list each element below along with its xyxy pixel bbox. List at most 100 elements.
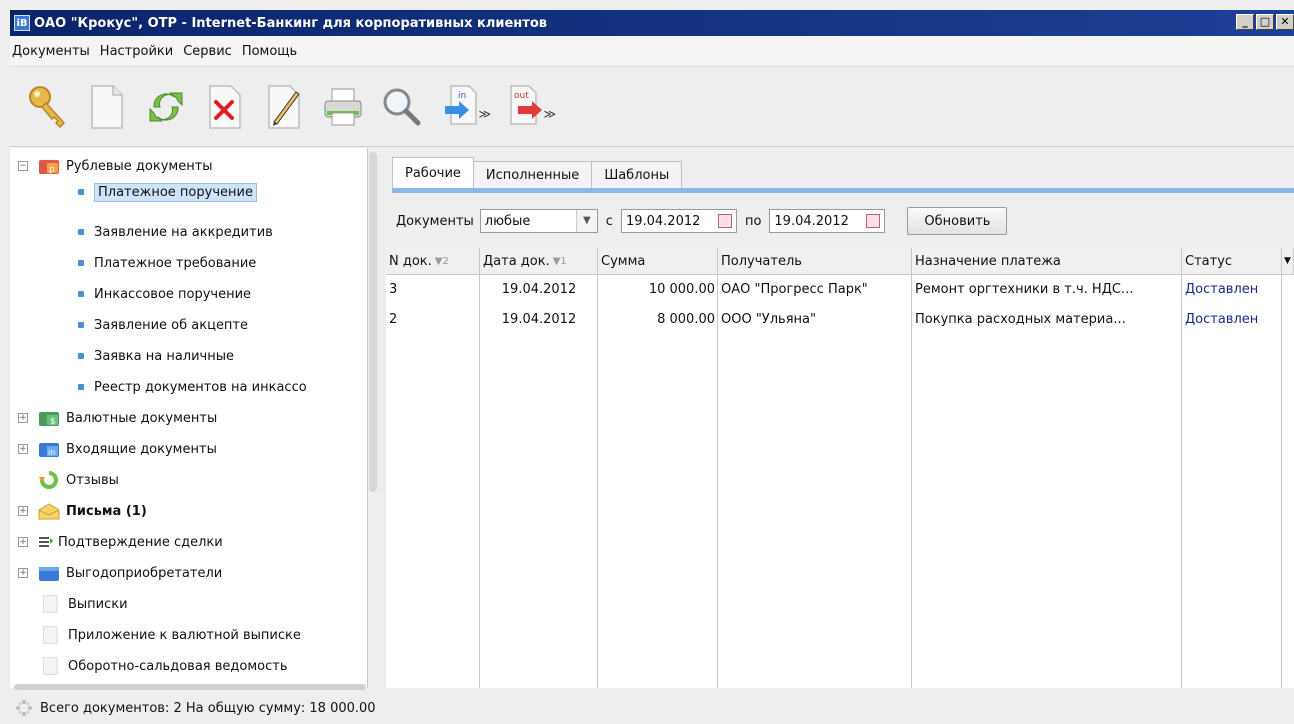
tree-item-currency-docs[interactable]: + $ Валютные документы bbox=[10, 404, 217, 432]
tree-item-beneficiaries[interactable]: + Выгодоприобретатели bbox=[10, 559, 222, 587]
cell-status[interactable]: Доставлен bbox=[1182, 306, 1282, 332]
refresh-icon bbox=[149, 92, 183, 121]
column-header-number[interactable]: N док. ▼2 bbox=[386, 248, 480, 274]
maximize-button[interactable]: □ bbox=[1256, 14, 1274, 30]
tree-item-letters[interactable]: + Письма (1) bbox=[10, 497, 147, 525]
tree-item-acceptance[interactable]: Заявление об акцепте bbox=[78, 311, 248, 339]
to-date-field[interactable]: 19.04.2012 bbox=[769, 209, 886, 233]
refresh-list-button[interactable]: Обновить bbox=[907, 207, 1008, 235]
tree-horizontal-scrollbar[interactable] bbox=[14, 684, 366, 690]
export-dropdown-icon[interactable]: ≫ bbox=[543, 107, 556, 121]
expand-icon[interactable]: + bbox=[18, 506, 28, 516]
tree-label: Платежное поручение bbox=[94, 182, 257, 202]
tree-label: Реестр документов на инкассо bbox=[94, 379, 307, 395]
tree-item-collection-order[interactable]: Инкассовое поручение bbox=[78, 280, 251, 308]
delete-icon bbox=[209, 84, 241, 129]
tree-item-letter-of-credit[interactable]: Заявление на аккредитив bbox=[78, 218, 273, 246]
rub-folder-icon: р bbox=[39, 160, 59, 175]
column-header-recipient[interactable]: Получатель bbox=[718, 248, 912, 274]
table-row[interactable]: 2 19.04.2012 8 000.00 ООО "Ульяна" Покуп… bbox=[386, 306, 1282, 332]
dropdown-arrow-icon[interactable]: ▼ bbox=[575, 210, 597, 232]
tree-item-cash-request[interactable]: Заявка на наличные bbox=[78, 342, 234, 370]
cell-recipient: ОАО "Прогресс Парк" bbox=[721, 281, 868, 297]
calendar-icon[interactable] bbox=[866, 214, 881, 228]
tree-label-turnover: Оборотно-сальдовая ведомость bbox=[68, 658, 288, 674]
cell-date: 19.04.2012 bbox=[501, 281, 577, 297]
filter-bar: Документы любые ▼ с 19.04.2012 по 19.04.… bbox=[396, 206, 1008, 236]
cell-date: 19.04.2012 bbox=[501, 311, 577, 327]
content-panel: Рабочие Исполненные Шаблоны Документы лю… bbox=[386, 148, 1294, 688]
tree-item-currency-statement-app[interactable]: Приложение к валютной выписке bbox=[40, 621, 301, 649]
cell-status[interactable]: Доставлен bbox=[1182, 276, 1282, 302]
tree-item-deal-confirmation[interactable]: + Подтверждение сделки bbox=[10, 528, 223, 556]
expand-icon[interactable]: + bbox=[18, 444, 28, 454]
column-header-date[interactable]: Дата док. ▼1 bbox=[480, 248, 598, 274]
tree-item-collection-registry[interactable]: Реестр документов на инкассо bbox=[78, 373, 307, 401]
from-date-label: с bbox=[605, 213, 613, 229]
bullet-icon bbox=[78, 291, 84, 297]
collapse-icon[interactable]: − bbox=[18, 161, 28, 171]
column-header-purpose[interactable]: Назначение платежа bbox=[912, 248, 1182, 274]
print-button[interactable] bbox=[319, 79, 367, 135]
tree-item-feedback[interactable]: Отзывы bbox=[38, 466, 119, 494]
export-button[interactable]: out ≫ bbox=[502, 79, 556, 135]
delete-button[interactable] bbox=[201, 79, 249, 135]
expand-icon[interactable]: + bbox=[18, 413, 28, 423]
column-chooser-icon[interactable]: ▼ bbox=[1282, 248, 1294, 274]
search-icon bbox=[383, 88, 421, 125]
key-button[interactable] bbox=[24, 79, 72, 135]
document-icon bbox=[43, 657, 58, 675]
menu-settings[interactable]: Настройки bbox=[95, 44, 178, 59]
cell-amount: 10 000.00 bbox=[648, 281, 715, 297]
document-icon bbox=[43, 626, 58, 644]
from-date-field[interactable]: 19.04.2012 bbox=[620, 209, 737, 233]
documents-filter-select[interactable]: любые ▼ bbox=[479, 209, 598, 233]
tab-working[interactable]: Рабочие bbox=[392, 157, 474, 188]
close-button[interactable]: ✕ bbox=[1276, 14, 1294, 30]
key-icon bbox=[29, 85, 66, 128]
window-title: ОАО "Крокус", ОТР - Internet-Банкинг для… bbox=[34, 15, 547, 31]
calendar-icon[interactable] bbox=[717, 214, 732, 228]
status-text: Всего документов: 2 На общую сумму: 18 0… bbox=[40, 700, 376, 716]
tab-templates[interactable]: Шаблоны bbox=[591, 161, 683, 188]
svg-text:in: in bbox=[48, 448, 55, 457]
spinner-icon bbox=[16, 700, 32, 716]
title-bar[interactable]: iB ОАО "Крокус", ОТР - Internet-Банкинг … bbox=[10, 10, 1294, 36]
menu-documents[interactable]: Документы bbox=[10, 44, 95, 59]
import-button[interactable]: in ≫ bbox=[437, 79, 491, 135]
new-document-icon bbox=[91, 84, 123, 129]
tree-item-turnover[interactable]: Оборотно-сальдовая ведомость bbox=[40, 652, 287, 680]
tree-label-feedback: Отзывы bbox=[66, 472, 119, 488]
tree-vertical-scrollbar[interactable] bbox=[369, 152, 377, 492]
tree-item-incoming-docs[interactable]: + in Входящие документы bbox=[10, 435, 217, 463]
column-header-amount[interactable]: Сумма bbox=[598, 248, 718, 274]
tree-item-statements[interactable]: Выписки bbox=[40, 590, 128, 618]
tab-executed[interactable]: Исполненные bbox=[472, 161, 593, 188]
to-date-label: по bbox=[744, 213, 762, 229]
tree-item-payment-request[interactable]: Платежное требование bbox=[78, 249, 256, 277]
tree-item-rub-docs[interactable]: − р Рублевые документы bbox=[10, 152, 213, 180]
import-dropdown-icon[interactable]: ≫ bbox=[478, 107, 491, 121]
edit-icon bbox=[268, 84, 300, 129]
new-document-button[interactable] bbox=[83, 79, 131, 135]
bullet-icon bbox=[78, 322, 84, 328]
expand-icon[interactable]: + bbox=[18, 568, 28, 578]
search-button[interactable] bbox=[378, 79, 426, 135]
column-header-status[interactable]: Статус bbox=[1182, 248, 1282, 274]
menu-service[interactable]: Сервис bbox=[178, 44, 237, 59]
cell-number: 2 bbox=[389, 311, 398, 327]
documents-filter-value: любые bbox=[484, 213, 531, 229]
table-row[interactable]: 3 19.04.2012 10 000.00 ОАО "Прогресс Пар… bbox=[386, 276, 1282, 302]
menu-help[interactable]: Помощь bbox=[237, 44, 302, 59]
bullet-icon bbox=[78, 189, 84, 195]
cell-purpose: Ремонт оргтехники в т.ч. НДС... bbox=[915, 281, 1134, 297]
bullet-icon bbox=[78, 384, 84, 390]
tree-item-payment-order[interactable]: Платежное поручение bbox=[78, 178, 257, 206]
edit-button[interactable] bbox=[260, 79, 308, 135]
refresh-button[interactable] bbox=[142, 79, 190, 135]
expand-icon[interactable]: + bbox=[18, 537, 28, 547]
tree-label: Заявление на аккредитив bbox=[94, 224, 273, 240]
column-divider bbox=[479, 274, 480, 688]
minimize-button[interactable]: _ bbox=[1236, 14, 1254, 30]
import-icon: in bbox=[445, 84, 477, 125]
